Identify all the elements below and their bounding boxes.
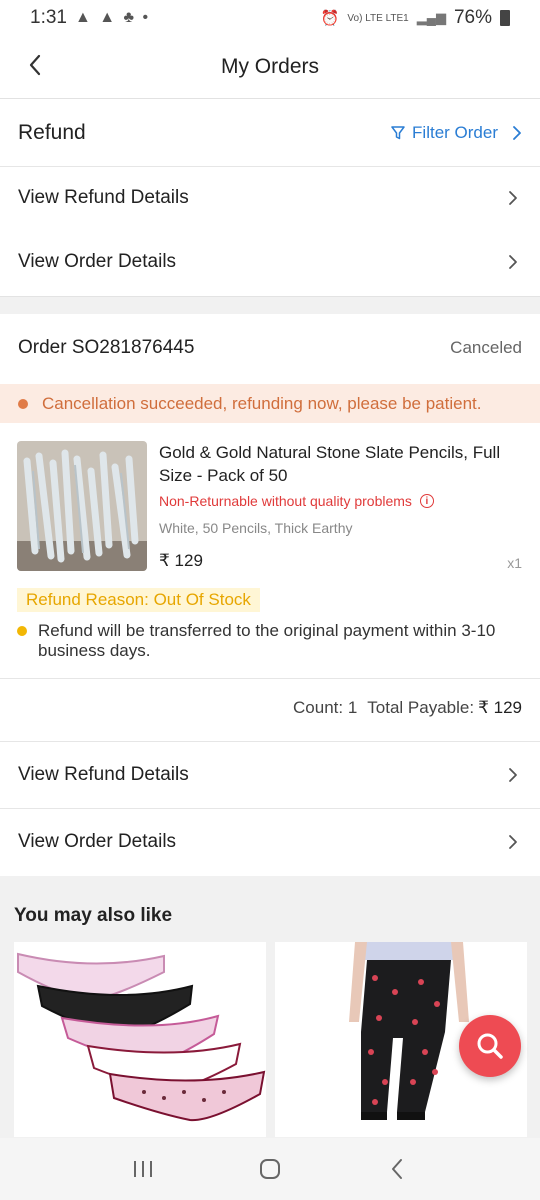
- product-title[interactable]: Gold & Gold Natural Stone Slate Pencils,…: [159, 441, 524, 487]
- section-gap: [0, 296, 540, 314]
- notice-dot: [18, 398, 28, 409]
- home-icon: [259, 1159, 280, 1179]
- view-refund-details-row[interactable]: View Refund Details: [0, 167, 540, 229]
- chevron-right-icon: [504, 766, 522, 784]
- order-header: Order SO281876445 Canceled: [0, 315, 540, 381]
- app-bar: My Orders: [0, 36, 540, 99]
- alarm-icon: ⏰: [320, 10, 340, 27]
- non-returnable-note: Non-Returnable without quality problems …: [159, 493, 434, 509]
- refund-title: Refund: [18, 121, 86, 144]
- system-nav-bar: [0, 1138, 540, 1200]
- recent-apps-button[interactable]: [123, 1149, 163, 1189]
- chevron-right-icon: [513, 126, 521, 140]
- filter-order-button[interactable]: Filter Order: [390, 123, 522, 143]
- info-icon[interactable]: i: [419, 494, 434, 508]
- non-returnable-text: Non-Returnable without quality problems: [159, 493, 412, 509]
- product-image-briefs: [14, 942, 266, 1137]
- home-button[interactable]: [250, 1149, 290, 1189]
- product-image[interactable]: [17, 441, 147, 571]
- product-quantity: x1: [507, 555, 522, 571]
- view-refund-details-label: View Refund Details: [18, 187, 189, 208]
- view-order-details-label: View Order Details: [18, 251, 177, 272]
- order-status: Canceled: [450, 338, 522, 357]
- divider: [0, 678, 540, 679]
- back-icon: [391, 1159, 402, 1179]
- slate-pencils-image: [17, 441, 147, 571]
- search-fab-button[interactable]: [459, 1015, 521, 1077]
- signal-text: Vo) LTE LTE1: [347, 12, 409, 24]
- view-refund-details-label: View Refund Details: [18, 764, 189, 785]
- recommendations-section: You may also like: [0, 876, 540, 1140]
- order-totals: Count: 1 Total Payable: ₹ 129: [293, 698, 522, 718]
- refund-note: Refund will be transferred to the origin…: [17, 621, 517, 661]
- search-icon: [477, 1033, 503, 1059]
- product-price: ₹ 129: [159, 551, 203, 570]
- count-label: Count: 1: [293, 698, 358, 717]
- total-label: Total Payable:: [367, 698, 475, 717]
- chevron-right-icon: [504, 189, 522, 207]
- refund-reason-badge: Refund Reason: Out Of Stock: [17, 588, 260, 612]
- note-dot: [17, 626, 27, 636]
- chevron-left-icon: [29, 54, 41, 76]
- refund-header: Refund Filter Order: [0, 100, 540, 166]
- chevron-right-icon: [504, 253, 522, 271]
- back-button[interactable]: [20, 50, 50, 80]
- refund-note-text: Refund will be transferred to the origin…: [38, 621, 496, 660]
- view-order-details-row[interactable]: View Order Details: [0, 231, 540, 293]
- recent-apps-icon: [134, 1161, 153, 1177]
- total-amount: ₹ 129: [478, 698, 522, 717]
- order-view-refund-details-row[interactable]: View Refund Details: [0, 742, 540, 808]
- status-time: 1:31: [30, 7, 67, 28]
- filter-icon: [391, 126, 405, 140]
- battery-level: 76%: [453, 7, 492, 28]
- order-number: Order SO281876445: [18, 337, 195, 358]
- notice-text: Cancellation succeeded, refunding now, p…: [42, 393, 482, 413]
- order-view-order-details-row[interactable]: View Order Details: [0, 809, 540, 875]
- view-order-details-label: View Order Details: [18, 831, 177, 852]
- battery-icon: [500, 10, 510, 26]
- system-back-button[interactable]: [377, 1149, 417, 1189]
- recommendations-heading: You may also like: [14, 905, 173, 926]
- status-bar: 1:31 ▲ ▲ ♣ • ⏰ Vo) LTE LTE1 ▂▄▆ 76%: [0, 0, 540, 36]
- recommendation-card[interactable]: [14, 942, 266, 1137]
- filter-order-label: Filter Order: [412, 123, 498, 142]
- chevron-right-icon: [504, 833, 522, 851]
- notification-icons: ▲ ▲ ♣ •: [74, 9, 151, 26]
- page-title: My Orders: [220, 55, 319, 78]
- cancellation-notice: Cancellation succeeded, refunding now, p…: [0, 384, 540, 423]
- signal-icon: ▂▄▆: [416, 10, 446, 25]
- product-variant: White, 50 Pencils, Thick Earthy: [159, 520, 353, 536]
